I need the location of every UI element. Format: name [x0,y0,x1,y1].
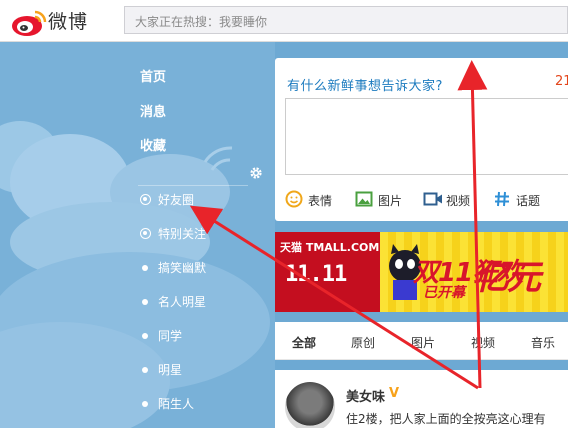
tmall-brand: 天猫 TMALL.COM [280,241,380,254]
post-text: 住2楼，把人家上面的全按亮这心理有 [346,412,546,426]
nav-messages[interactable]: 消息 [140,101,166,120]
gear-icon[interactable] [249,166,263,180]
dot-icon [142,401,148,407]
promo-subtitle: 已开幕 [423,285,465,301]
dot-icon [142,367,148,373]
group-item-label: 明星 [158,363,183,377]
tab-images[interactable]: 图片 [411,334,435,351]
post-textarea[interactable] [285,98,568,175]
video-icon [423,192,442,206]
group-item-label: 特别关注 [158,227,207,241]
group-item-classmates[interactable]: 同学 [140,324,270,352]
circle-dot-icon [140,194,151,205]
group-item-label: 好友圈 [158,193,195,207]
dot-icon [142,299,148,305]
verified-badge: V [389,386,400,401]
top-bar: 微博 大家正在热搜：我要睡你 [0,0,568,42]
nav-home[interactable]: 首页 [140,66,166,85]
circle-dot-icon [140,228,151,239]
feed-tabs: 全部 原创 图片 视频 音乐 [275,322,568,360]
tab-original[interactable]: 原创 [351,334,375,351]
group-item-label: 名人明星 [158,295,207,309]
hashtag-icon [495,191,509,207]
tool-label: 话题 [516,194,541,208]
dot-icon [142,333,148,339]
group-item-label: 同学 [158,329,183,343]
author-name[interactable]: 美女味 [346,386,385,405]
image-icon [355,191,373,207]
nav-divider [138,185,248,186]
tab-videos[interactable]: 视频 [471,334,495,351]
tool-label: 表情 [308,194,333,208]
tmall-date: 11.11 [285,262,347,287]
group-item-stars[interactable]: 明星 [140,358,270,386]
group-item-humor[interactable]: 搞笑幽默 [140,256,270,284]
tool-label: 图片 [378,194,403,208]
group-item-label: 搞笑幽默 [158,261,207,275]
baidu-watermark: Baidu 经验 [470,376,553,395]
group-item-label: 陌生人 [158,397,195,411]
promo-amount: 亿元 [475,258,541,298]
search-placeholder: 大家正在热搜：我要睡你 [135,15,268,29]
promo-banner[interactable]: 天猫 TMALL.COM 11.11 双11狂欢 已开幕 亿元 [275,232,568,312]
smile-icon [285,190,303,208]
tmall-panel: 天猫 TMALL.COM 11.11 [275,232,380,312]
group-item-friends[interactable]: 好友圈 [140,188,270,216]
group-item-special[interactable]: 特别关注 [140,222,270,250]
avatar[interactable] [285,382,335,428]
nav-favorites[interactable]: 收藏 [140,135,166,154]
tab-all[interactable]: 全部 [292,334,316,351]
post-composer: 有什么新鲜事想告诉大家? 21 表情 图片 视频 话题 [275,58,568,221]
group-item-strangers[interactable]: 陌生人 [140,392,270,420]
search-input[interactable]: 大家正在热搜：我要睡你 [124,6,568,34]
character-count: 21 [555,74,568,89]
composer-prompt: 有什么新鲜事想告诉大家? [287,79,443,94]
logo-text[interactable]: 微博 [48,7,88,34]
dot-icon [142,265,148,271]
tool-label: 视频 [446,194,471,208]
tab-music[interactable]: 音乐 [531,334,555,351]
group-item-celebrities[interactable]: 名人明星 [140,290,270,318]
